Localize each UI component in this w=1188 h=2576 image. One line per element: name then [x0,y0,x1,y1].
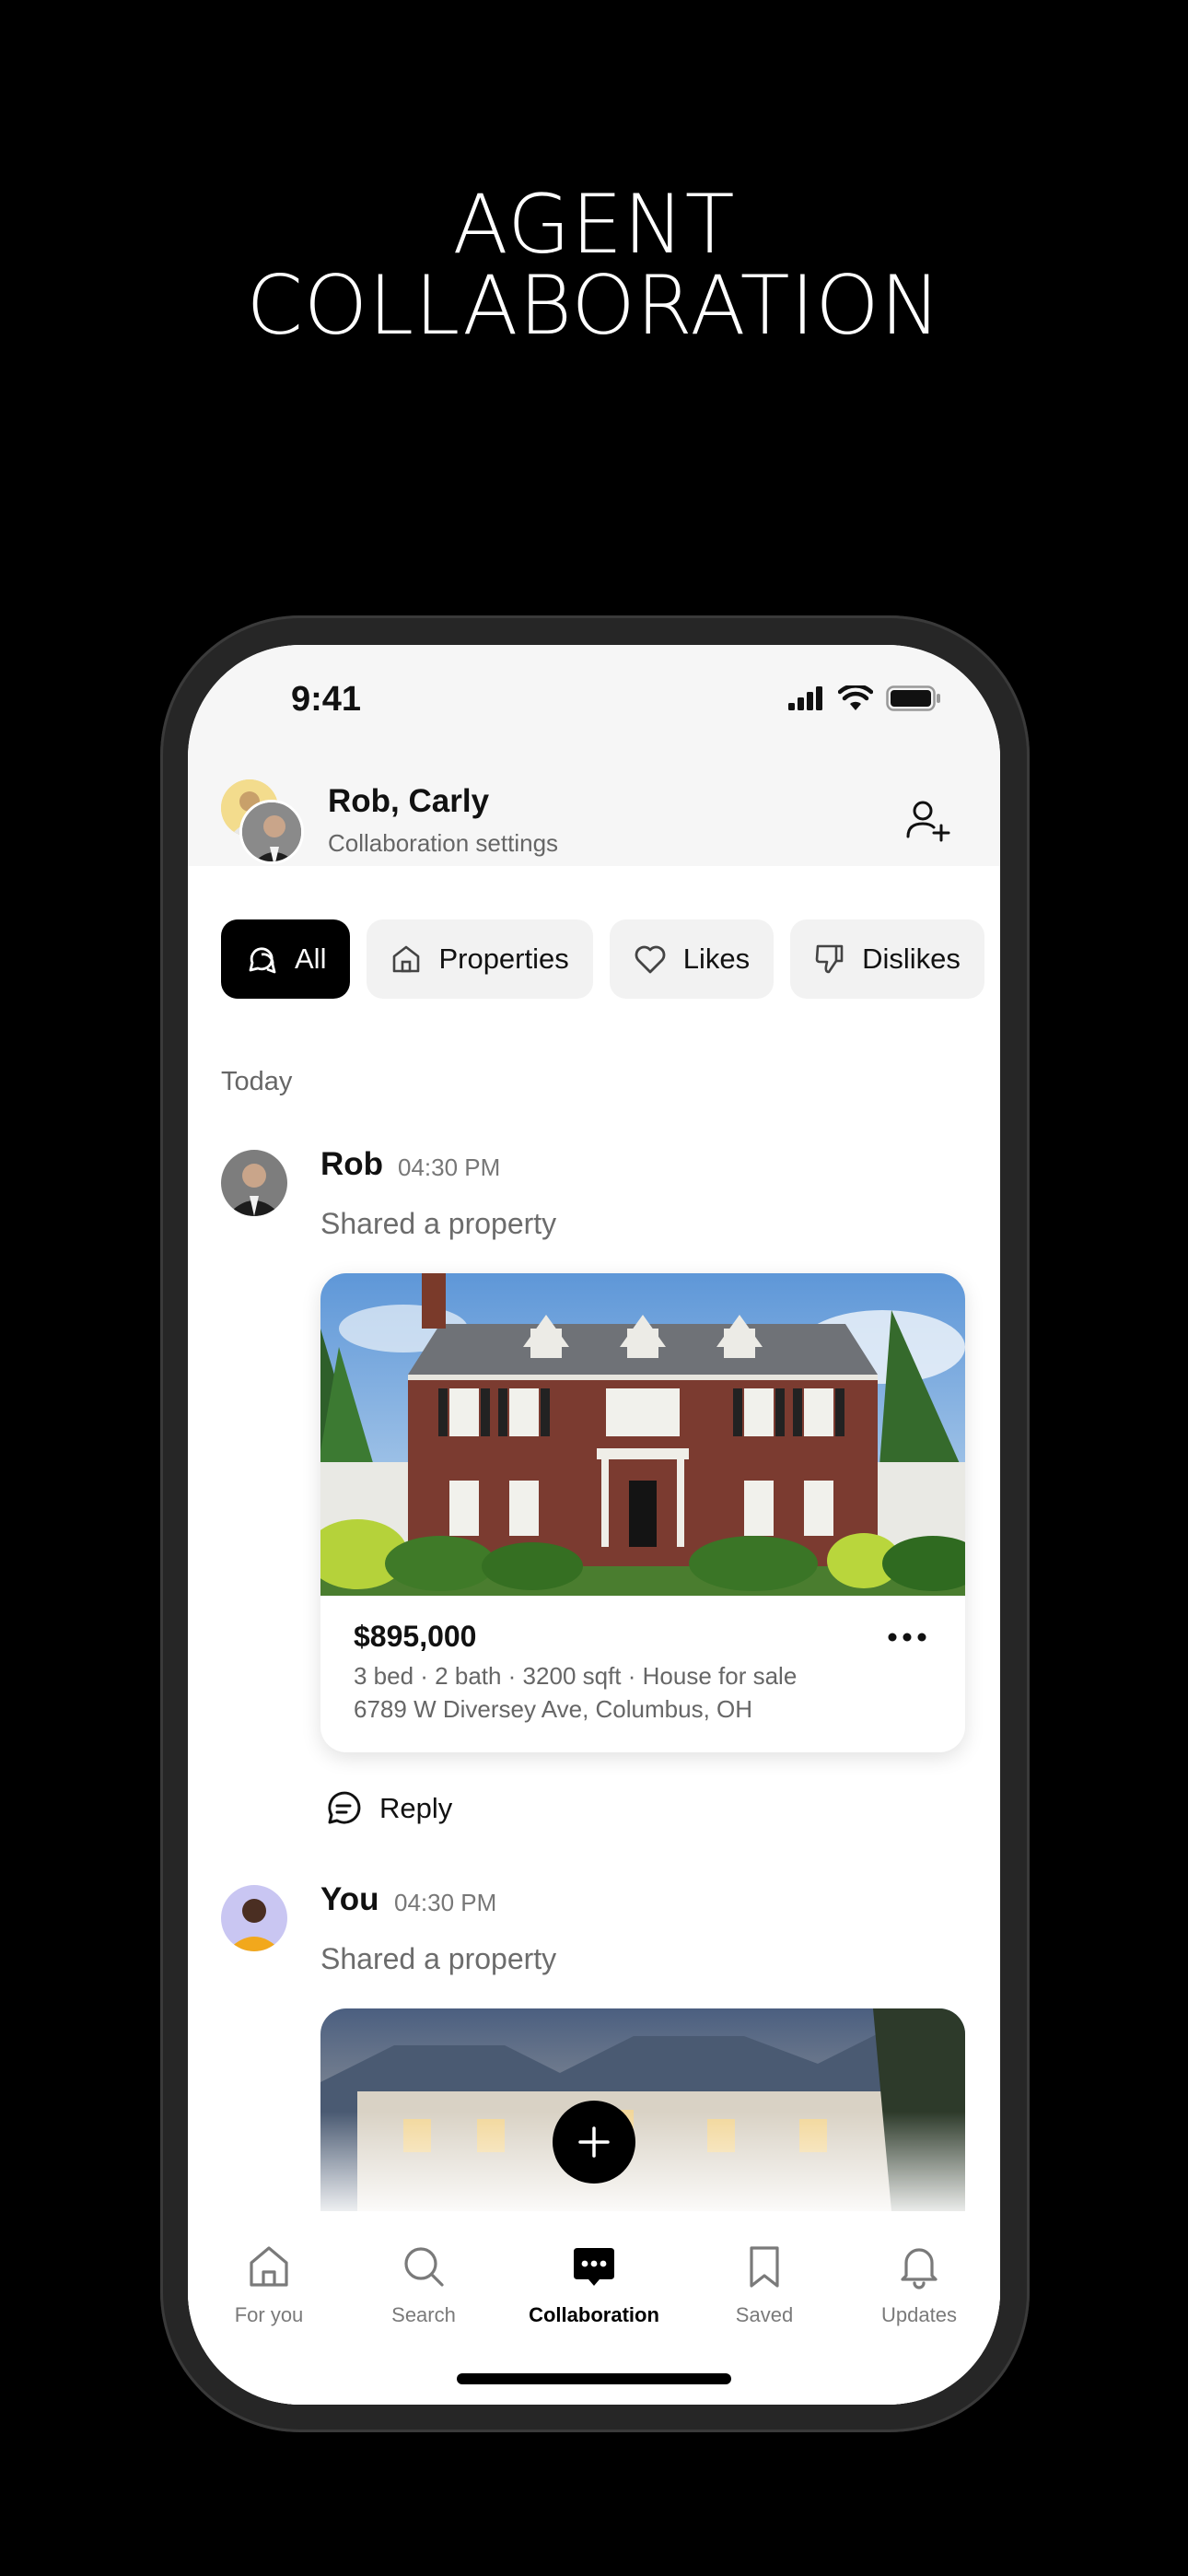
tab-label: Saved [735,2303,794,2326]
avatar-rob[interactable] [221,1150,287,1216]
bookmark-icon [750,2246,779,2288]
home-indicator[interactable] [457,2373,731,2384]
collaborator-avatars[interactable] [221,779,309,868]
message-text: Shared a property [320,1207,557,1240]
message-sender: Rob [320,1146,384,1182]
filter-chips: All Properties Likes Dislikes [221,919,984,999]
tab-label: For you [234,2303,304,2326]
avatar-rob [239,800,304,864]
filter-chip-properties[interactable]: Properties [367,919,593,999]
battery-icon [886,685,940,711]
collaboration-settings-link[interactable]: Collaboration settings [328,829,558,858]
status-icons [788,685,941,711]
avatar-you[interactable] [221,1885,287,1951]
tab-for-you[interactable]: For you [188,2242,350,2327]
filter-chip-label: All [295,943,327,975]
home-icon [393,945,420,973]
tab-collaboration[interactable]: Collaboration [513,2242,675,2327]
more-options-icon[interactable] [884,1623,930,1651]
message-time: 04:30 PM [394,1889,497,1916]
headline-line-2: COLLABORATION [246,258,942,353]
tab-label: Search [391,2303,456,2326]
home-icon [250,2246,288,2287]
property-address: 6789 W Diversey Ave, Columbus, OH [354,1695,753,1723]
tab-label: Collaboration [529,2303,659,2326]
marketing-headline: AGENT COLLABORATION [0,184,1188,346]
filter-chip-label: Likes [682,943,751,975]
tab-updates[interactable]: Updates [838,2242,1000,2327]
filter-chip-label: Dislikes [862,943,961,975]
signal-icon [788,686,822,710]
reply-label: Reply [379,1792,453,1824]
property-photo[interactable] [320,1273,965,1596]
search-icon [404,2247,444,2287]
status-time: 9:41 [291,680,362,719]
message-text: Shared a property [320,1942,557,1975]
collaboration-header: Rob, Carly Collaboration settings [188,755,1000,866]
wifi-icon [838,685,873,710]
filter-chip-all[interactable]: All [221,919,351,999]
headline-line-1: AGENT [452,177,736,272]
new-message-button[interactable] [553,2101,635,2184]
message-time: 04:30 PM [398,1153,501,1181]
section-label-today: Today [221,1067,293,1096]
collaboration-title: Rob, Carly [328,783,490,819]
message-sender: You [320,1881,379,1917]
property-card[interactable]: $895,000 3 bed · 2 bath · 3200 sqft · Ho… [320,1273,965,1752]
filter-chip-likes[interactable]: Likes [609,919,775,999]
add-user-icon[interactable] [901,794,952,846]
filter-chip-label: Properties [438,943,569,975]
status-bar: 9:41 [188,645,1000,755]
reply-icon [328,1791,361,1824]
thumbs-down-icon [815,944,844,974]
reply-button[interactable]: Reply [324,1789,452,1828]
plus-icon [578,2126,610,2158]
tab-search[interactable]: Search [343,2242,505,2327]
chat-bubbles-icon [249,947,276,974]
tab-label: Updates [881,2303,957,2326]
phone-screen: 9:41 Rob, Carly Collaboration settings A… [188,645,1000,2405]
property-details: 3 bed · 2 bath · 3200 sqft · House for s… [354,1662,798,1690]
bell-icon [901,2248,938,2289]
chat-icon [574,2248,614,2286]
heart-icon [635,945,666,974]
tab-saved[interactable]: Saved [683,2242,845,2327]
property-price: $895,000 [354,1620,477,1653]
filter-chip-dislikes[interactable]: Dislikes [790,919,984,999]
